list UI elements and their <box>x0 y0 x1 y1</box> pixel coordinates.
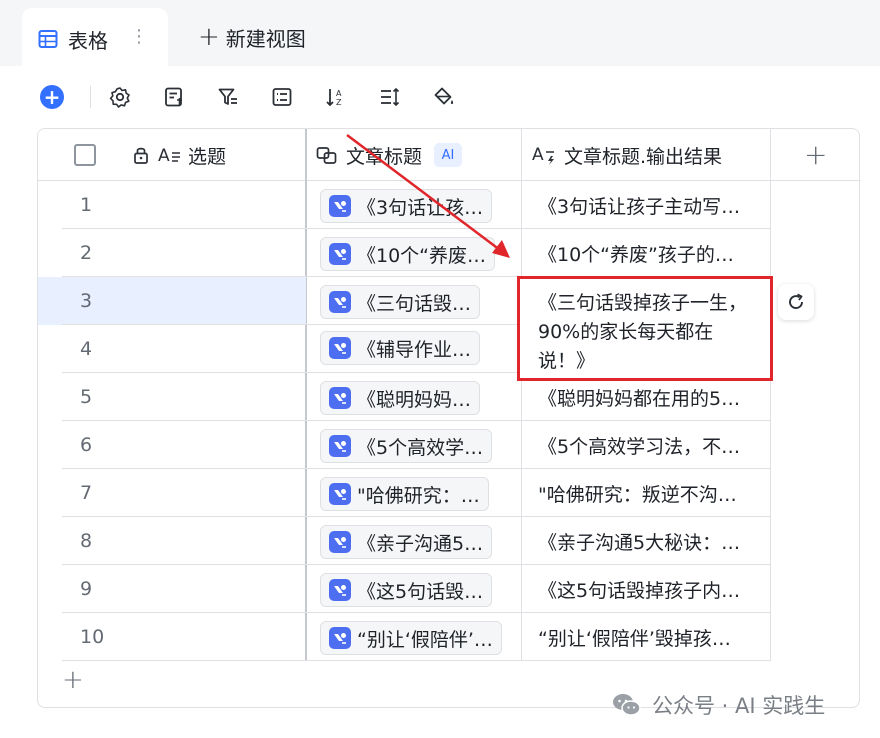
wechat-icon <box>613 694 641 716</box>
watermark-text: 公众号 · AI 实践生 <box>652 694 826 718</box>
annotation-arrow <box>346 134 510 258</box>
watermark: 公众号 · AI 实践生 <box>612 690 825 720</box>
